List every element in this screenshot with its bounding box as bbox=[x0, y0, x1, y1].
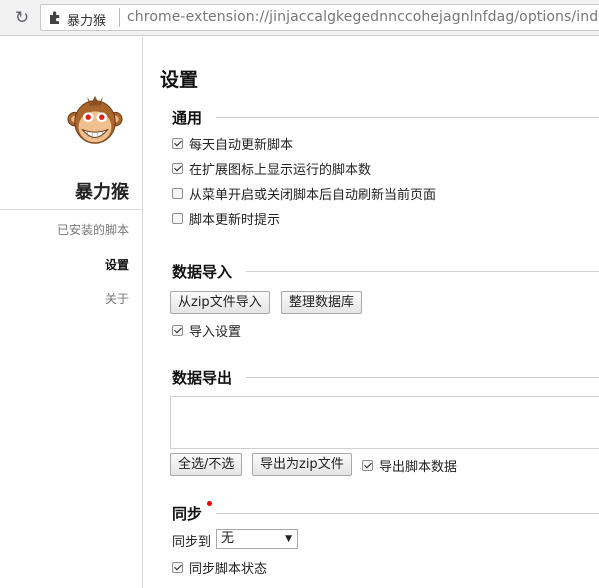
option-export-values[interactable]: 导出脚本数据 bbox=[362, 456, 458, 475]
option-label: 脚本更新时提示 bbox=[189, 212, 281, 228]
vacuum-database-button[interactable]: 整理数据库 bbox=[281, 291, 363, 314]
import-zip-button[interactable]: 从zip文件导入 bbox=[170, 291, 270, 314]
sidebar: 暴力猴 已安装的脚本 设置 关于 bbox=[0, 37, 143, 588]
option-notify-update[interactable]: 脚本更新时提示 bbox=[172, 209, 281, 228]
export-zip-button[interactable]: 导出为zip文件 bbox=[252, 453, 352, 476]
sidebar-item-installed-scripts[interactable]: 已安装的脚本 bbox=[0, 221, 129, 238]
page-title: 设置 bbox=[160, 69, 199, 91]
sidebar-divider bbox=[0, 209, 143, 210]
section-divider bbox=[160, 117, 599, 118]
sync-to-label: 同步到 bbox=[172, 535, 212, 550]
option-import-settings[interactable]: 导入设置 bbox=[172, 321, 242, 340]
option-label: 从菜单开启或关闭脚本后自动刷新当前页面 bbox=[189, 187, 437, 203]
section-import-heading: 数据导入 bbox=[160, 261, 247, 282]
option-label: 每天自动更新脚本 bbox=[189, 137, 294, 153]
puzzle-icon bbox=[50, 11, 60, 24]
settings-panel: 设置 通用 每天自动更新脚本 在扩展图标上显示运行的脚本数 从菜单开启或关闭脚本… bbox=[144, 37, 599, 588]
option-auto-update[interactable]: 每天自动更新脚本 bbox=[172, 134, 294, 153]
checkbox[interactable] bbox=[172, 137, 183, 149]
monkey-logo bbox=[67, 95, 123, 144]
section-general-heading: 通用 bbox=[160, 107, 217, 128]
notification-dot bbox=[207, 501, 212, 506]
option-show-badge[interactable]: 在扩展图标上显示运行的脚本数 bbox=[172, 159, 372, 178]
select-all-button[interactable]: 全选/不选 bbox=[170, 453, 243, 476]
checkbox[interactable] bbox=[172, 561, 183, 573]
option-label: 导出脚本数据 bbox=[379, 459, 458, 475]
address-bar[interactable]: 暴力猴 chrome-extension://jinjaccalgkegednn… bbox=[40, 4, 599, 31]
checkbox[interactable] bbox=[362, 459, 373, 471]
export-script-list[interactable] bbox=[170, 396, 599, 449]
app-name: 暴力猴 bbox=[75, 182, 129, 203]
reload-icon[interactable]: ↻ bbox=[12, 8, 32, 28]
extension-name: 暴力猴 bbox=[67, 14, 107, 29]
section-export-heading: 数据导出 bbox=[160, 367, 247, 388]
browser-toolbar: ↻ 暴力猴 chrome-extension://jinjaccalgkeged… bbox=[0, 0, 599, 36]
checkbox[interactable] bbox=[172, 212, 183, 224]
option-label: 导入设置 bbox=[189, 324, 242, 340]
omnibox-divider bbox=[119, 8, 120, 27]
sync-service-select[interactable]: 无 ▼ bbox=[216, 529, 298, 549]
sidebar-item-settings[interactable]: 设置 bbox=[0, 256, 129, 273]
option-label: 在扩展图标上显示运行的脚本数 bbox=[189, 162, 372, 178]
checkbox[interactable] bbox=[172, 187, 183, 199]
section-sync-heading: 同步 bbox=[160, 503, 217, 524]
url-text[interactable]: chrome-extension://jinjaccalgkegednnccoh… bbox=[127, 9, 599, 25]
checkbox[interactable] bbox=[172, 324, 183, 336]
section-divider bbox=[160, 513, 599, 514]
sync-service-value: 无 bbox=[221, 531, 235, 546]
option-label: 同步脚本状态 bbox=[189, 561, 268, 577]
option-sync-state[interactable]: 同步脚本状态 bbox=[172, 558, 268, 577]
option-auto-reload[interactable]: 从菜单开启或关闭脚本后自动刷新当前页面 bbox=[172, 184, 437, 203]
dropdown-arrow-icon: ▼ bbox=[285, 534, 292, 544]
checkbox[interactable] bbox=[172, 162, 183, 174]
sidebar-item-about[interactable]: 关于 bbox=[0, 290, 129, 307]
